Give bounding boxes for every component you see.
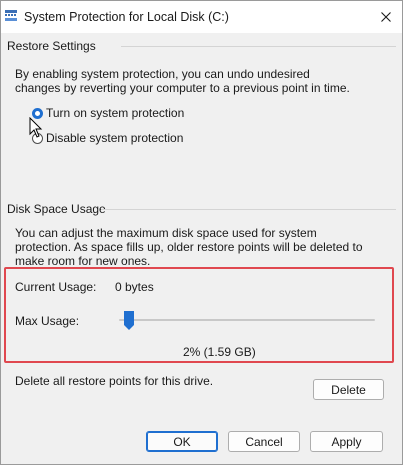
disk-space-description: You can adjust the maximum disk space us… <box>15 226 363 268</box>
max-usage-slider-thumb[interactable] <box>123 311 134 330</box>
radio-label-turn-on: Turn on system protection <box>46 106 185 120</box>
disk-space-usage-group-label: Disk Space Usage <box>7 202 106 216</box>
restore-settings-description: By enabling system protection, you can u… <box>15 67 350 95</box>
apply-button[interactable]: Apply <box>310 431 383 452</box>
current-usage-label: Current Usage: <box>15 280 97 294</box>
system-properties-icon <box>5 10 17 22</box>
radio-turn-on-protection[interactable]: Turn on system protection <box>32 105 184 121</box>
system-protection-dialog: System Protection for Local Disk (C:) Re… <box>0 0 403 465</box>
ok-button[interactable]: OK <box>146 431 218 452</box>
max-usage-label: Max Usage: <box>15 314 80 328</box>
current-usage-value: 0 bytes <box>115 280 154 294</box>
close-button[interactable] <box>370 1 402 33</box>
max-usage-value: 2% (1.59 GB) <box>183 345 256 359</box>
disk-space-usage-divider <box>101 209 396 210</box>
close-icon <box>381 12 391 22</box>
restore-settings-divider <box>121 46 396 47</box>
delete-button[interactable]: Delete <box>313 379 384 400</box>
radio-label-disable: Disable system protection <box>46 131 184 145</box>
delete-restore-points-description: Delete all restore points for this drive… <box>15 374 214 388</box>
title-bar: System Protection for Local Disk (C:) <box>1 1 402 33</box>
cancel-button[interactable]: Cancel <box>228 431 300 452</box>
max-usage-slider-track[interactable] <box>119 319 375 321</box>
window-title: System Protection for Local Disk (C:) <box>24 10 229 24</box>
mouse-pointer-icon <box>29 116 43 139</box>
radio-disable-protection[interactable]: Disable system protection <box>32 130 183 146</box>
restore-settings-group-label: Restore Settings <box>7 39 96 53</box>
